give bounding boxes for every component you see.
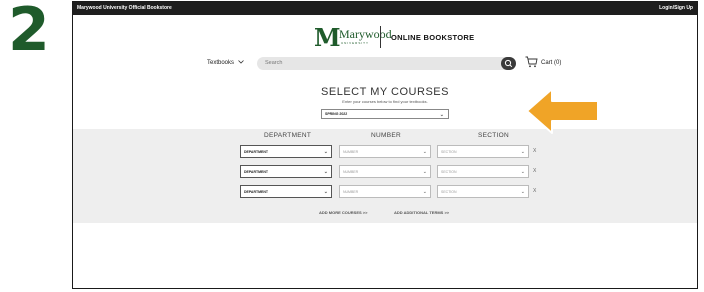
select-courses-title: SELECT MY COURSES bbox=[321, 86, 449, 98]
chevron-down-icon: ⌄ bbox=[520, 149, 525, 155]
remove-course-button[interactable]: X bbox=[533, 148, 536, 154]
column-header-section: SECTION bbox=[478, 132, 509, 139]
logo-subtitle: UNIVERSITY bbox=[341, 41, 370, 45]
course-row: DEPARTMENT ⌄ NUMBER ⌄ SECTION ⌄ X bbox=[73, 145, 697, 159]
department-select[interactable]: DEPARTMENT ⌄ bbox=[240, 185, 332, 198]
cart-icon bbox=[525, 56, 538, 68]
site-name-link[interactable]: Marywood University Official Bookstore bbox=[77, 5, 172, 11]
textbooks-label: Textbooks bbox=[207, 60, 235, 66]
store-title: ONLINE BOOKSTORE bbox=[391, 33, 475, 42]
term-value: SPRING 2022 bbox=[325, 112, 348, 116]
number-select[interactable]: NUMBER ⌄ bbox=[339, 165, 431, 178]
chevron-down-icon: ⌄ bbox=[422, 149, 427, 155]
chevron-down-icon: ⌄ bbox=[520, 169, 525, 175]
column-header-number: NUMBER bbox=[371, 132, 401, 139]
search-icon bbox=[504, 59, 513, 68]
textbooks-menu[interactable]: Textbooks bbox=[207, 60, 244, 66]
number-value: NUMBER bbox=[343, 190, 359, 194]
section-value: SECTION bbox=[441, 190, 457, 194]
section-select[interactable]: SECTION ⌄ bbox=[437, 145, 529, 158]
chevron-down-icon: ⌄ bbox=[323, 149, 328, 155]
chevron-down-icon: ⌄ bbox=[323, 169, 328, 175]
course-row: DEPARTMENT ⌄ NUMBER ⌄ SECTION ⌄ X bbox=[73, 165, 697, 179]
chevron-down-icon: ⌄ bbox=[422, 189, 427, 195]
section-value: SECTION bbox=[441, 170, 457, 174]
remove-course-button[interactable]: X bbox=[533, 168, 536, 174]
course-row: DEPARTMENT ⌄ NUMBER ⌄ SECTION ⌄ X bbox=[73, 185, 697, 199]
department-value: DEPARTMENT bbox=[244, 190, 269, 194]
login-link[interactable]: Login/Sign Up bbox=[659, 5, 693, 11]
browser-screen: Marywood University Official Bookstore L… bbox=[72, 1, 698, 289]
add-more-courses-link[interactable]: ADD MORE COURSES >> bbox=[319, 210, 367, 215]
select-courses-subtitle: Enter your courses below to find your te… bbox=[342, 99, 428, 104]
logo-divider bbox=[380, 26, 381, 48]
search-placeholder: Search bbox=[265, 60, 283, 66]
department-select[interactable]: DEPARTMENT ⌄ bbox=[240, 145, 332, 158]
top-bar: Marywood University Official Bookstore L… bbox=[73, 2, 697, 15]
column-header-department: DEPARTMENT bbox=[264, 132, 312, 139]
section-select[interactable]: SECTION ⌄ bbox=[437, 165, 529, 178]
arrow-left-icon bbox=[526, 88, 599, 134]
cart-label: Cart (0) bbox=[541, 60, 562, 66]
number-select[interactable]: NUMBER ⌄ bbox=[339, 145, 431, 158]
search-input[interactable]: Search bbox=[257, 57, 514, 70]
number-select[interactable]: NUMBER ⌄ bbox=[339, 185, 431, 198]
chevron-down-icon: ⌄ bbox=[520, 189, 525, 195]
term-select[interactable]: SPRING 2022 ⌄ bbox=[321, 109, 449, 119]
search-button[interactable] bbox=[501, 57, 516, 70]
logo-name: Marywood bbox=[339, 27, 392, 41]
number-value: NUMBER bbox=[343, 150, 359, 154]
chevron-down-icon: ⌄ bbox=[323, 189, 328, 195]
number-value: NUMBER bbox=[343, 170, 359, 174]
section-select[interactable]: SECTION ⌄ bbox=[437, 185, 529, 198]
chevron-down-icon: ⌄ bbox=[422, 169, 427, 175]
chevron-down-icon bbox=[237, 60, 244, 64]
chevron-down-icon: ⌄ bbox=[439, 112, 444, 118]
section-value: SECTION bbox=[441, 150, 457, 154]
logo-m-icon: M bbox=[314, 23, 341, 52]
remove-course-button[interactable]: X bbox=[533, 188, 536, 194]
add-additional-terms-link[interactable]: ADD ADDITIONAL TERMS >> bbox=[394, 210, 449, 215]
department-value: DEPARTMENT bbox=[244, 150, 269, 154]
step-number: 2 bbox=[8, 0, 50, 65]
department-value: DEPARTMENT bbox=[244, 170, 269, 174]
department-select[interactable]: DEPARTMENT ⌄ bbox=[240, 165, 332, 178]
